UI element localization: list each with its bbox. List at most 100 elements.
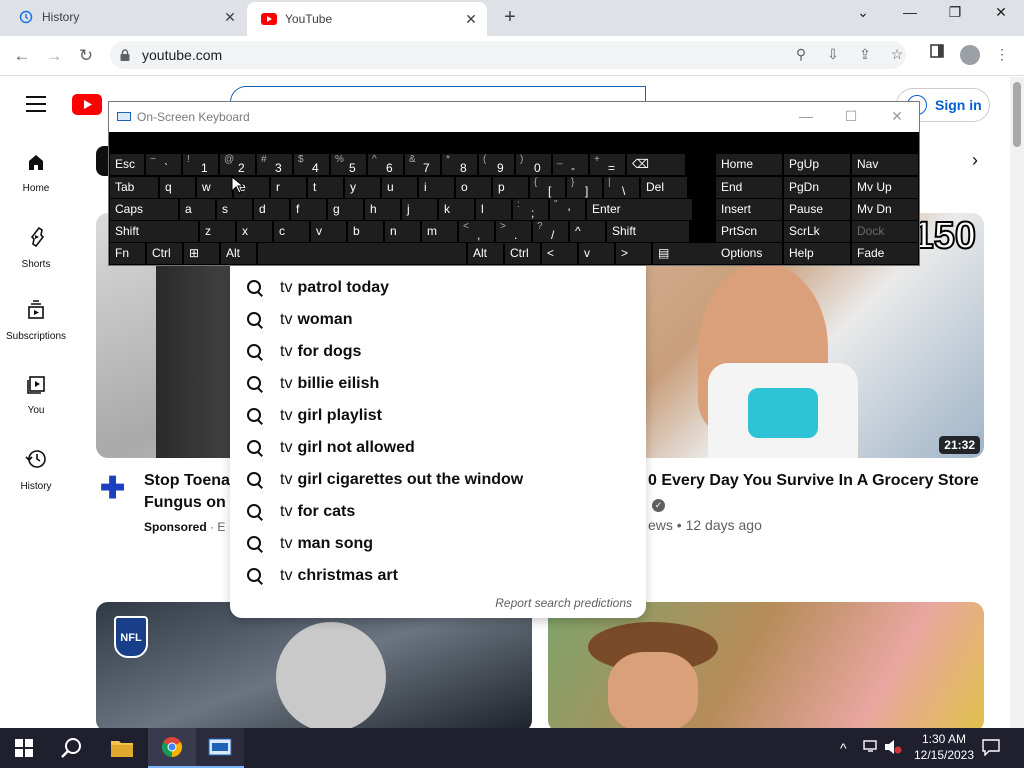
side-panel-icon[interactable] [927, 44, 947, 61]
chrome-taskbar-icon[interactable] [148, 728, 196, 768]
chevron-right-icon[interactable]: › [972, 150, 978, 171]
address-bar[interactable]: youtube.com [110, 41, 906, 69]
network-icon[interactable] [862, 739, 880, 760]
osk-key[interactable]: z [200, 221, 235, 242]
scrollbar-thumb[interactable] [1013, 82, 1021, 147]
osk-key[interactable]: u [382, 177, 417, 198]
osk-key[interactable]: % 5 [331, 154, 366, 175]
osk-key[interactable]: }] [567, 177, 602, 198]
chrome-menu-icon[interactable]: ⋮ [992, 46, 1012, 63]
osk-key[interactable]: Enter [587, 199, 692, 220]
osk-key[interactable]: <, [459, 221, 494, 242]
sidebar-item-shorts[interactable]: Shorts [0, 226, 72, 270]
osk-key[interactable]: j [402, 199, 437, 220]
suggestion-item[interactable]: tv girl not allowed [230, 432, 646, 464]
suggestion-item[interactable]: tv billie eilish [230, 368, 646, 400]
osk-taskbar-icon[interactable] [196, 728, 244, 768]
osk-key[interactable]: (9 [479, 154, 514, 175]
volume-muted-icon[interactable] [884, 739, 902, 760]
back-icon[interactable]: ← [11, 46, 33, 66]
suggestion-item[interactable]: tv girl cigarettes out the window [230, 464, 646, 496]
tray-chevron-icon[interactable]: ^ [840, 740, 847, 756]
osk-nav-key[interactable]: Nav [852, 154, 918, 175]
osk-key[interactable]: < [542, 243, 577, 264]
tab-search-icon[interactable]: ⌄ [843, 4, 883, 28]
osk-key[interactable]: @2 [220, 154, 255, 175]
osk-key[interactable]: f [291, 199, 326, 220]
osk-key[interactable]: m [422, 221, 457, 242]
tab-history[interactable]: History ✕ [4, 0, 246, 34]
osk-key[interactable]: r [271, 177, 306, 198]
osk-nav-key[interactable]: Fade [852, 243, 918, 264]
osk-key[interactable]: {[ [530, 177, 565, 198]
sidebar-item-history[interactable]: History [0, 448, 72, 492]
osk-key[interactable]: v [579, 243, 614, 264]
video-thumbnail[interactable] [548, 602, 984, 732]
suggestion-item[interactable]: tv for cats [230, 496, 646, 528]
osk-key[interactable]: Shift [607, 221, 689, 242]
osk-key[interactable]: i [419, 177, 454, 198]
reload-icon[interactable]: ↻ [75, 46, 97, 66]
osk-minimize-button[interactable]: — [791, 108, 821, 124]
osk-key[interactable]: >. [496, 221, 531, 242]
osk-key[interactable]: k [439, 199, 474, 220]
osk-key[interactable]: Fn [110, 243, 145, 264]
close-tab-icon[interactable]: ✕ [463, 11, 479, 27]
bookmark-star-icon[interactable]: ☆ [887, 46, 907, 63]
osk-nav-key[interactable]: End [716, 177, 782, 198]
osk-key[interactable]: q [160, 177, 195, 198]
restore-button[interactable]: ❐ [935, 4, 975, 28]
osk-key[interactable]: Caps [110, 199, 178, 220]
search-icon[interactable] [48, 728, 96, 768]
osk-key[interactable]: ▤ [653, 243, 725, 264]
close-window-button[interactable]: ✕ [981, 4, 1021, 28]
osk-key[interactable]: Ctrl [147, 243, 182, 264]
osk-key[interactable]: b [348, 221, 383, 242]
osk-key[interactable]: d [254, 199, 289, 220]
osk-key[interactable]: _ - [553, 154, 588, 175]
osk-nav-key[interactable]: Help [784, 243, 850, 264]
sidebar-item-home[interactable]: Home [0, 152, 72, 194]
osk-key[interactable]: h [365, 199, 400, 220]
osk-nav-key[interactable]: PgUp [784, 154, 850, 175]
osk-nav-key[interactable]: Mv Dn [852, 199, 918, 220]
osk-key[interactable]: ? / [533, 221, 568, 242]
file-explorer-icon[interactable] [98, 728, 146, 768]
osk-nav-key[interactable]: PgDn [784, 177, 850, 198]
osk-key[interactable]: Esc [110, 154, 144, 175]
suggestion-item[interactable]: tv girl playlist [230, 400, 646, 432]
osk-key[interactable]: x [237, 221, 272, 242]
sidebar-item-you[interactable]: You [0, 374, 72, 416]
osk-key[interactable]: Ctrl [505, 243, 540, 264]
osk-key[interactable]: ) 0 [516, 154, 551, 175]
suggestion-item[interactable]: tv christmas art [230, 560, 646, 592]
osk-key[interactable]: y [345, 177, 380, 198]
osk-key[interactable]: s [217, 199, 252, 220]
hamburger-menu-icon[interactable] [26, 96, 46, 112]
osk-maximize-button[interactable]: ☐ [836, 108, 866, 125]
osk-key[interactable] [258, 243, 466, 264]
profile-avatar[interactable] [960, 45, 980, 65]
new-tab-button[interactable]: + [498, 6, 522, 29]
notifications-icon[interactable] [982, 738, 1000, 761]
osk-key[interactable]: o [456, 177, 491, 198]
osk-key[interactable]: #3 [257, 154, 292, 175]
osk-nav-key[interactable]: Home [716, 154, 782, 175]
osk-nav-key[interactable]: Options [716, 243, 782, 264]
osk-key[interactable]: Alt [221, 243, 256, 264]
osk-key[interactable]: & 7 [405, 154, 440, 175]
osk-nav-key[interactable]: Dock [852, 221, 918, 242]
osk-key[interactable]: ~ ` [146, 154, 181, 175]
osk-key[interactable]: * 8 [442, 154, 477, 175]
page-scrollbar[interactable] [1010, 77, 1024, 728]
osk-key[interactable]: " ' [550, 199, 585, 220]
osk-key[interactable]: Alt [468, 243, 503, 264]
share-icon[interactable]: ⇪ [855, 46, 875, 63]
search-input[interactable] [230, 86, 646, 102]
osk-key[interactable]: ^ 6 [368, 154, 403, 175]
osk-key[interactable]: p [493, 177, 528, 198]
osk-key[interactable]: w [197, 177, 232, 198]
osk-nav-key[interactable]: Mv Up [852, 177, 918, 198]
osk-key[interactable]: $4 [294, 154, 329, 175]
osk-key[interactable]: > [616, 243, 651, 264]
